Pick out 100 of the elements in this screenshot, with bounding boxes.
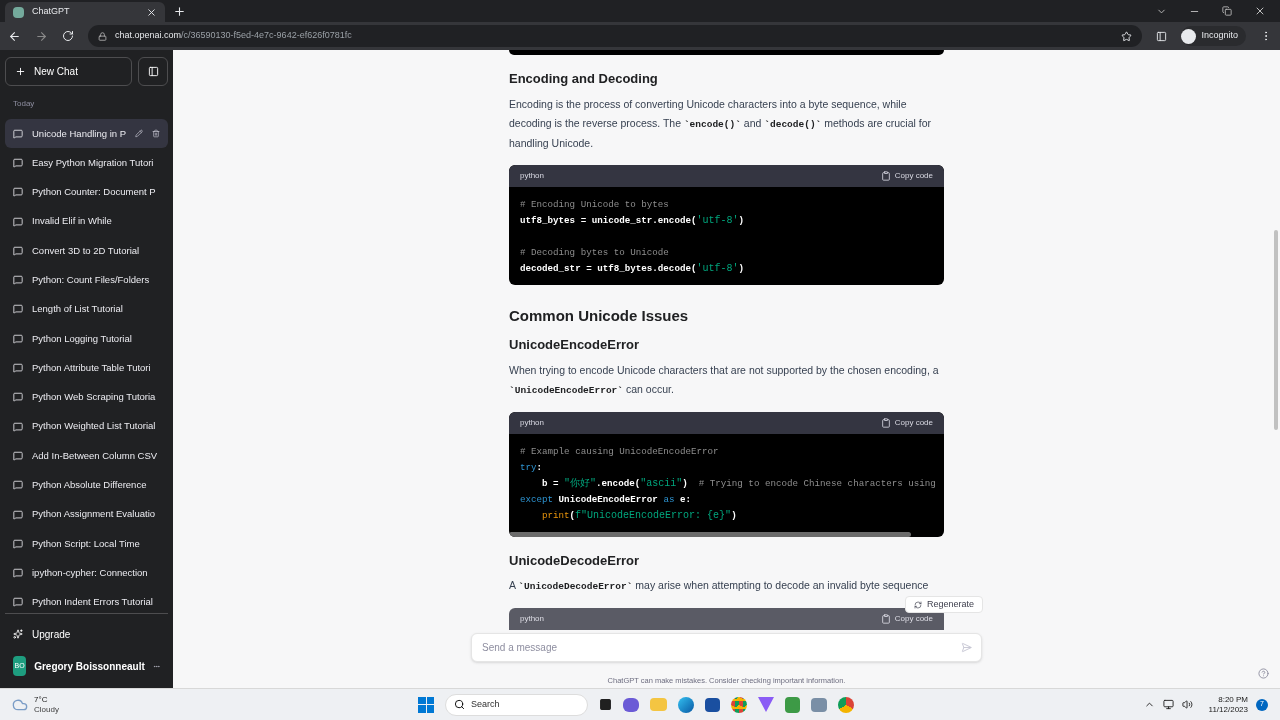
- code-line: try:: [520, 460, 543, 475]
- url-text: chat.openai.com/c/36590130-f5ed-4e7c-9642-ef626f0781fc: [115, 29, 352, 43]
- subsection-heading: UnicodeDecodeError: [509, 551, 641, 570]
- new-tab-icon[interactable]: [173, 5, 186, 18]
- chat-history-item[interactable]: ipython-cypher: Connection: [5, 558, 168, 588]
- clipboard-icon: [880, 614, 891, 624]
- windows-start-icon[interactable]: [418, 696, 434, 713]
- side-panel-icon[interactable]: [1156, 30, 1168, 42]
- chat-history-item[interactable]: Python Counter: Document P: [5, 177, 168, 207]
- code-line: # Decoding bytes to Unicode: [520, 245, 669, 260]
- upgrade-button[interactable]: Upgrade: [5, 622, 168, 646]
- chat-history-item[interactable]: Python Logging Tutorial: [5, 324, 168, 354]
- chat-history-item[interactable]: Invalid Elif in While: [5, 206, 168, 237]
- code-line: utf8_bytes = unicode_str.encode('utf-8'): [520, 213, 744, 228]
- chat-icon: [13, 597, 23, 608]
- bookmark-star-icon[interactable]: [1121, 30, 1133, 42]
- address-bar[interactable]: chat.openai.com/c/36590130-f5ed-4e7c-9642-ef626f0781fc: [88, 25, 1143, 47]
- paragraph: Encoding is the process of converting Unicode characters into a byte sequence, while decoding is the reverse process. The `encode()` and `decode()` methods are crucial for handling Unicode.: [509, 96, 932, 151]
- scrollbar[interactable]: [1274, 230, 1278, 430]
- chat-icon: [13, 304, 23, 315]
- chat-icon: [13, 216, 23, 227]
- chat-icon: [13, 421, 23, 432]
- reload-icon[interactable]: [62, 30, 74, 42]
- sidebar-toggle-button[interactable]: [138, 57, 168, 86]
- subsection-heading: Encoding and Decoding: [509, 70, 659, 88]
- chat-icon: [13, 128, 23, 139]
- regenerate-icon: [914, 600, 922, 609]
- weather-text: Cloudy: [34, 704, 59, 715]
- chat-history-item[interactable]: Python: Count Files/Folders: [5, 265, 168, 295]
- clock-date: 11/12/2023: [1208, 704, 1248, 715]
- plus-icon: [15, 66, 26, 77]
- chat-history-item[interactable]: Unicode Handling in P: [5, 119, 168, 149]
- chat-history-item[interactable]: Python Absolute Difference: [5, 470, 168, 500]
- code-language: python: [520, 613, 545, 625]
- copy-code-button[interactable]: Copy code: [880, 416, 933, 429]
- chat-icon: [13, 509, 23, 520]
- code-language: python: [520, 169, 545, 182]
- code-language: python: [520, 416, 545, 429]
- chat-history-item[interactable]: Python Attribute Table Tutori: [5, 353, 168, 383]
- chat-history-item[interactable]: Python Assignment Evaluatio: [5, 499, 168, 530]
- chat-history-item[interactable]: Convert 3D to 2D Tutorial: [5, 236, 168, 266]
- close-icon[interactable]: [146, 6, 157, 18]
- clock-time: 8:20 PM: [1218, 694, 1248, 705]
- task-view-icon[interactable]: [599, 698, 612, 711]
- temperature: 7°C: [34, 694, 49, 705]
- copy-code-button[interactable]: Copy code: [880, 613, 933, 625]
- chat-icon: [13, 245, 23, 256]
- message-input[interactable]: Send a message: [471, 633, 982, 662]
- tab-title: ChatGPT: [32, 5, 71, 19]
- restore-icon[interactable]: [1222, 6, 1232, 16]
- network-icon[interactable]: [1162, 699, 1174, 710]
- horizontal-scrollbar[interactable]: [509, 531, 911, 537]
- chat-history-item[interactable]: Python Web Scraping Tutoria: [5, 382, 168, 412]
- chat-icon: [13, 275, 23, 286]
- incognito-badge[interactable]: Incognito: [1181, 26, 1246, 46]
- code-line: except UnicodeEncodeError as e:: [520, 492, 691, 507]
- taskbar-search[interactable]: Search: [445, 693, 588, 716]
- close-window-icon[interactable]: [1254, 5, 1266, 17]
- section-heading: Common Unicode Issues: [509, 305, 690, 326]
- section-label: Today: [12, 98, 36, 110]
- paragraph: When trying to encode Unicode characters that are not supported by the chosen encoding, a `UnicodeEncodeError` can occur.: [509, 362, 940, 398]
- browser-tab[interactable]: ChatGPT: [5, 2, 165, 22]
- chat-icon: [13, 187, 23, 198]
- new-chat-button[interactable]: New Chat: [5, 57, 132, 86]
- chat-history-item[interactable]: Python Indent Errors Tutorial: [5, 587, 168, 613]
- sparkle-icon: [13, 629, 23, 639]
- delete-icon[interactable]: [152, 129, 160, 139]
- chat-icon: [13, 157, 23, 168]
- panel-icon: [147, 66, 159, 77]
- chat-history-item[interactable]: Length of List Tutorial: [5, 294, 168, 325]
- paragraph: A `UnicodeDecodeError` may arise when attempting to decode an invalid byte sequence: [509, 578, 930, 594]
- search-icon: [454, 699, 465, 710]
- chat-icon: [13, 392, 23, 403]
- subsection-heading: UnicodeEncodeError: [509, 336, 641, 354]
- lock-icon: [98, 31, 107, 41]
- code-line: # Encoding Unicode to bytes: [520, 197, 669, 212]
- clipboard-icon: [880, 170, 891, 181]
- edit-icon[interactable]: [135, 129, 143, 139]
- volume-icon[interactable]: [1181, 699, 1193, 710]
- chat-icon: [13, 450, 23, 461]
- chat-icon: [13, 333, 23, 344]
- chat-icon: [13, 363, 23, 373]
- chatgpt-logo-icon: [13, 6, 24, 18]
- code-line: decoded_str = utf8_bytes.decode('utf-8'): [520, 261, 744, 276]
- chat-history-item[interactable]: Python Script: Local Time: [5, 529, 168, 559]
- code-line: print(f"UnicodeEncodeError: {e}"): [541, 508, 737, 523]
- back-icon[interactable]: [8, 29, 21, 43]
- edge-browser-icon[interactable]: [678, 696, 694, 713]
- regenerate-button[interactable]: Regenerate: [905, 596, 984, 613]
- chat-icon: [13, 568, 23, 579]
- chat-icon: [13, 538, 23, 549]
- chat-history-item[interactable]: Easy Python Migration Tutori: [5, 148, 168, 178]
- chat-history-item[interactable]: Add In-Between Column CSV: [5, 441, 168, 471]
- code-line: b = "你好".encode("ascii") # Trying to encode Chinese characters using: [541, 476, 936, 491]
- chat-icon: [13, 480, 23, 491]
- code-line: # Example causing UnicodeEncodeError: [520, 444, 719, 459]
- forward-icon[interactable]: [35, 29, 48, 43]
- chat-history-item[interactable]: Python Weighted List Tutorial: [5, 411, 168, 442]
- user-name: Gregory Boissonneault: [34, 659, 145, 674]
- copy-code-button[interactable]: Copy code: [880, 169, 933, 182]
